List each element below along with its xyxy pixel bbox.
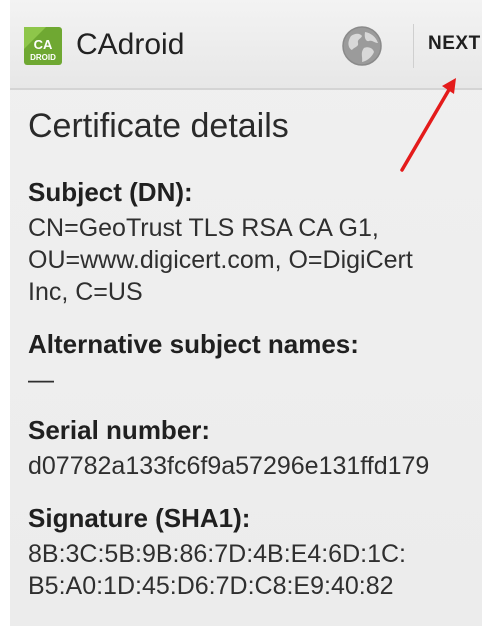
subject-section: Subject (DN): CN=GeoTrust TLS RSA CA G1,… [28,176,464,308]
signature-value: 8B:3C:5B:9B:86:7D:4B:E4:6D:1C: B5:A0:1D:… [28,540,406,600]
alt-names-section: Alternative subject names: — [28,328,464,394]
app-logo-icon[interactable]: CA DROID [24,27,62,65]
app-screen: CA DROID CAdroid NEXT Certificate detail… [10,0,482,626]
alt-names-value: — [28,364,54,394]
next-button[interactable]: NEXT [428,33,481,55]
globe-icon[interactable] [340,24,384,68]
subject-value: CN=GeoTrust TLS RSA CA G1, OU=www.digice… [28,214,413,306]
signature-section: Signature (SHA1): 8B:3C:5B:9B:86:7D:4B:E… [28,502,464,602]
action-divider [413,24,414,68]
certificate-content: Certificate details Subject (DN): CN=Geo… [10,90,482,602]
serial-value: d07782a133fc6f9a57296e131ffd179 [28,452,430,480]
subject-label: Subject (DN): [28,177,193,207]
signature-label: Signature (SHA1): [28,503,251,533]
app-title: CAdroid [76,28,185,61]
action-bar: CA DROID CAdroid NEXT [10,0,482,90]
serial-section: Serial number: d07782a133fc6f9a57296e131… [28,414,464,482]
page-title: Certificate details [28,107,289,145]
serial-label: Serial number: [28,415,211,445]
app-icon-text-top: CA [34,37,53,52]
alt-names-label: Alternative subject names: [28,329,359,359]
app-icon-text-bottom: DROID [30,53,56,62]
